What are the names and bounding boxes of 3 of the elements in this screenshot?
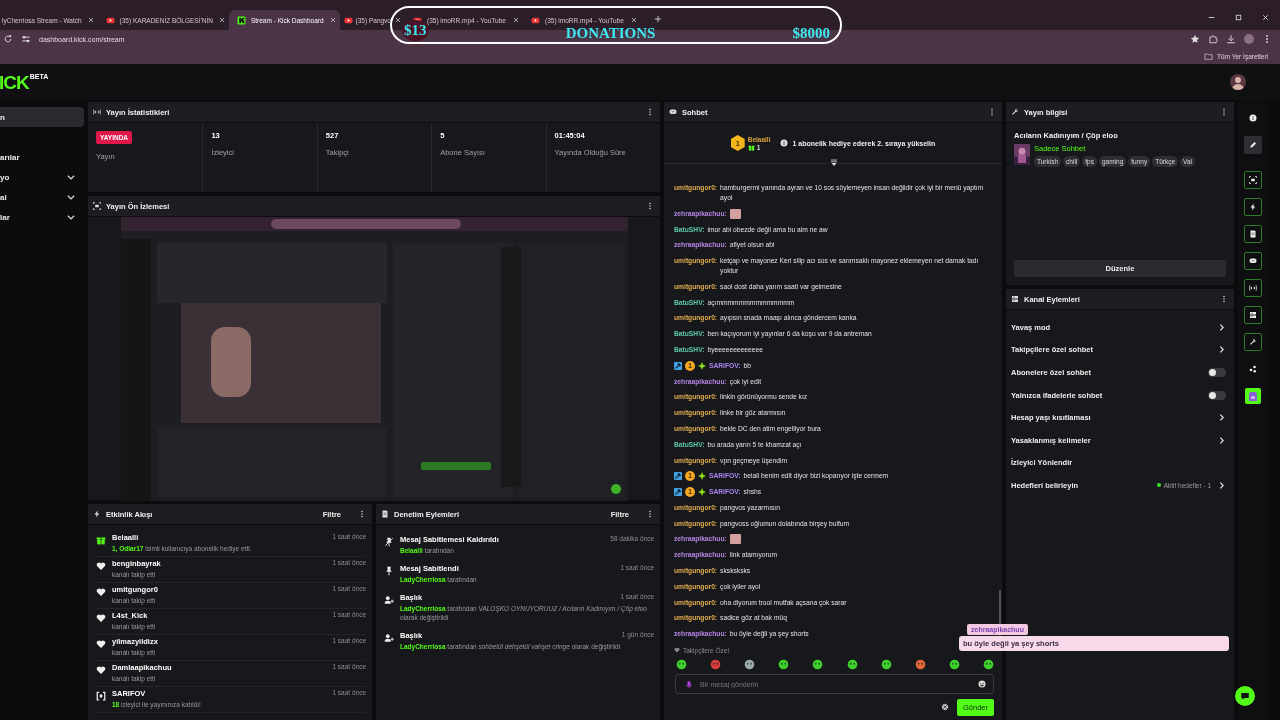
- donation-title: DONATIONS: [565, 26, 656, 41]
- donation-goal: $8000: [792, 26, 830, 41]
- rank-badge: 1: [730, 135, 745, 151]
